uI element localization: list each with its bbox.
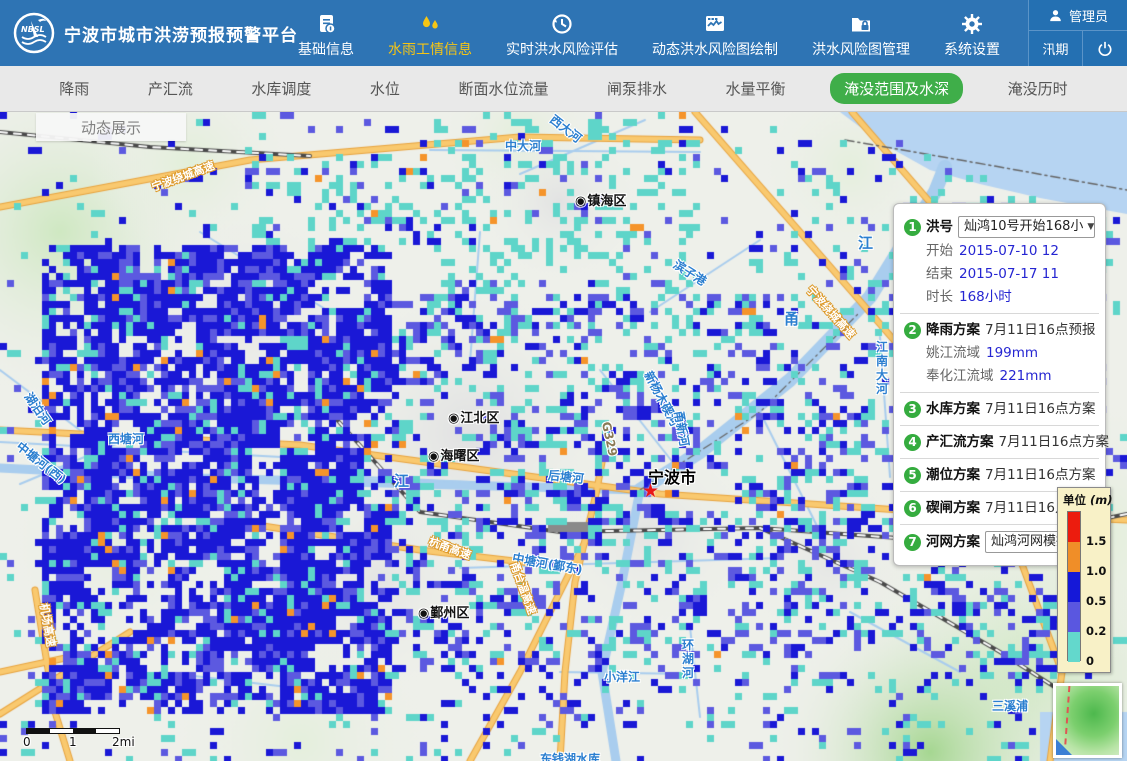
reservoir-scheme-value: 7月11日16点方案 xyxy=(985,399,1095,419)
nav-water-rain-info[interactable]: 水雨工情信息 xyxy=(388,12,472,59)
start-key: 开始 xyxy=(926,241,953,261)
folder-lock-icon xyxy=(849,12,873,36)
reservoir-scheme-label: 水库方案 xyxy=(926,399,980,419)
chart-window-icon xyxy=(703,12,727,36)
tab-inundation-extent-depth[interactable]: 淹没范围及水深 xyxy=(830,73,963,104)
nav-risk-map-management[interactable]: 洪水风险图管理 xyxy=(812,12,910,59)
logout-button[interactable] xyxy=(1083,31,1127,66)
tab-gate-pump-drainage[interactable]: 闸泵排水 xyxy=(593,73,681,104)
header-corner-bottom: 汛期 xyxy=(1029,31,1127,66)
legend-tick-0-2: 0.2 xyxy=(1086,624,1106,638)
tab-reservoir-dispatch[interactable]: 水库调度 xyxy=(237,73,325,104)
legend-seg-orange xyxy=(1068,542,1080,572)
app-header: NBSL 宁波市城市洪涝预报预警平台 基础信息 水雨工情信息 实时洪水风险评估 … xyxy=(0,0,1127,66)
nav-dynamic-risk-map[interactable]: 动态洪水风险图绘制 xyxy=(652,12,778,59)
fenghuajiang-key: 奉化江流域 xyxy=(926,366,994,386)
header-corner: 管理员 汛期 xyxy=(1028,0,1127,66)
dynamic-display-button[interactable]: 动态展示 xyxy=(36,113,186,141)
gear-icon xyxy=(960,12,984,36)
tide-scheme-value: 7月11日16点方案 xyxy=(985,465,1095,485)
scalebar-label-0: 0 xyxy=(23,735,31,749)
end-key: 结束 xyxy=(926,264,953,284)
flood-no-select[interactable]: 灿鸿10号开始168小 ▼ xyxy=(958,216,1095,238)
scalebar-labels: 0 1 2mi xyxy=(26,734,120,748)
app-title: 宁波市城市洪涝预报预警平台 xyxy=(64,21,298,46)
runoff-scheme-value: 7月11日16点方案 xyxy=(999,432,1109,452)
step-badge-4: 4 xyxy=(904,434,921,451)
app-logo-icon: NBSL xyxy=(12,11,56,55)
season-toggle[interactable]: 汛期 xyxy=(1029,31,1083,66)
admin-menu[interactable]: 管理员 xyxy=(1029,0,1127,31)
legend-seg-red xyxy=(1068,512,1080,542)
tab-section-flow[interactable]: 断面水位流量 xyxy=(444,73,562,104)
rain-scheme-label: 降雨方案 xyxy=(926,320,980,340)
legend-tick-0: 0 xyxy=(1086,654,1094,668)
tab-inundation-duration[interactable]: 淹没历时 xyxy=(994,73,1082,104)
nav-system-settings[interactable]: 系统设置 xyxy=(944,12,1000,59)
flood-no-label: 洪号 xyxy=(926,217,953,237)
fenghuajiang-value: 221mm xyxy=(1000,366,1052,386)
brand: NBSL 宁波市城市洪涝预报预警平台 xyxy=(0,0,290,66)
network-scheme-label: 河网方案 xyxy=(926,532,980,552)
legend-colorbar xyxy=(1067,511,1081,661)
duration-value: 168小时 xyxy=(959,287,1012,307)
rain-scheme-value: 7月11日16点预报 xyxy=(985,320,1095,340)
step-badge-5: 5 xyxy=(904,467,921,484)
scalebar-label-1: 1 xyxy=(69,735,77,749)
legend-title: 单位 (m) xyxy=(1058,488,1110,508)
clock-icon xyxy=(550,12,574,36)
legend-seg-slate xyxy=(1068,602,1080,632)
legend-seg-cyan xyxy=(1068,632,1080,662)
step-badge-1: 1 xyxy=(904,219,921,236)
step-badge-6: 6 xyxy=(904,500,921,517)
doc-info-icon xyxy=(314,12,338,36)
nav-realtime-risk[interactable]: 实时洪水风险评估 xyxy=(506,12,618,59)
minimap-collapse-icon[interactable] xyxy=(1056,739,1072,755)
legend-tick-1-0: 1.0 xyxy=(1086,564,1106,578)
tab-rainfall[interactable]: 降雨 xyxy=(45,73,103,104)
start-value: 2015-07-10 12 xyxy=(959,241,1059,261)
yaojiang-key: 姚江流域 xyxy=(926,343,980,363)
legend-tick-1-5: 1.5 xyxy=(1086,534,1106,548)
depth-legend: 单位 (m) 1.5 1.0 0.5 0.2 0 xyxy=(1057,487,1111,673)
runoff-scheme-label: 产汇流方案 xyxy=(926,432,994,452)
legend-tick-0-5: 0.5 xyxy=(1086,594,1106,608)
tab-water-level[interactable]: 水位 xyxy=(356,73,414,104)
sub-navigation: 降雨 产汇流 水库调度 水位 断面水位流量 闸泵排水 水量平衡 淹没范围及水深 … xyxy=(0,66,1127,112)
nav-basic-info[interactable]: 基础信息 xyxy=(298,12,354,59)
scalebar-label-2: 2mi xyxy=(112,735,135,749)
end-value: 2015-07-17 11 xyxy=(959,264,1059,284)
step-badge-7: 7 xyxy=(904,534,921,551)
yaojiang-value: 199mm xyxy=(986,343,1038,363)
duration-key: 时长 xyxy=(926,287,953,307)
map-container[interactable]: 宁波绕城高速中大河西大河◉镇海区滨子港江甬宁波绕城高速江南大河新杨木碶河甬新河◉… xyxy=(0,112,1127,761)
tab-water-balance[interactable]: 水量平衡 xyxy=(712,73,800,104)
tide-scheme-label: 潮位方案 xyxy=(926,465,980,485)
user-icon xyxy=(1048,8,1063,23)
gate-scheme-label: 碶闸方案 xyxy=(926,498,980,518)
city-star-icon: ★ xyxy=(642,480,659,502)
top-navigation: 基础信息 水雨工情信息 实时洪水风险评估 动态洪水风险图绘制 洪水风险图管理 系… xyxy=(290,0,1000,66)
chevron-down-icon: ▼ xyxy=(1087,217,1094,237)
water-drops-icon xyxy=(418,12,442,36)
step-badge-3: 3 xyxy=(904,401,921,418)
step-badge-2: 2 xyxy=(904,322,921,339)
tab-runoff[interactable]: 产汇流 xyxy=(134,73,207,104)
map-scalebar: 0 1 2mi xyxy=(26,728,120,748)
overview-minimap[interactable] xyxy=(1053,683,1122,758)
legend-seg-blue xyxy=(1068,572,1080,602)
power-icon xyxy=(1096,40,1114,58)
